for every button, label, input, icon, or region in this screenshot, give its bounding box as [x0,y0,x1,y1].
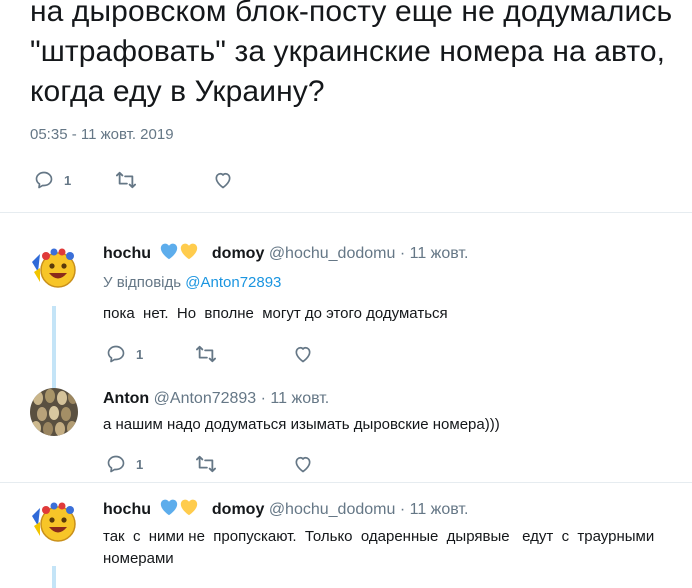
reply-icon [107,345,125,363]
smiley-avatar-icon [30,496,78,544]
reply-button[interactable]: 1 [34,170,71,190]
display-name-suffix[interactable]: domoy [212,501,264,518]
reply-to-handle[interactable]: @Anton72893 [185,274,281,291]
divider [0,212,692,213]
reply-header: hochu domoy @hochu_dodomu · 11 жовт. [103,498,468,521]
reply-count: 1 [136,346,144,362]
reply-header: hochu domoy @hochu_dodomu · 11 жовт. [103,242,468,265]
avatar[interactable] [30,388,78,436]
divider [0,482,692,483]
retweet-button[interactable] [115,170,137,190]
reply-text: пока нет. Но вполне могут до этого додум… [103,305,448,322]
display-name[interactable]: hochu [103,245,151,262]
display-name[interactable]: hochu [103,501,151,518]
reply-icon [107,455,125,473]
reply-time[interactable]: · 11 жовт. [400,245,469,262]
reply-text: так с ними не пропускают. Только одаренн… [103,528,663,567]
heart-icon [295,456,311,473]
reply-to-label: У відповідь [103,274,182,291]
blue-heart-icon [159,242,179,265]
retweet-icon [196,345,217,363]
reply-icon [35,171,53,189]
photo-avatar-icon [30,388,78,436]
reply-count: 1 [64,172,72,188]
blue-heart-icon [159,498,179,521]
reply-actions: 1 [106,344,313,364]
tweet-timestamp[interactable]: 05:35 - 11 жовт. 2019 [30,126,174,143]
retweet-icon [196,455,217,473]
heart-icon [215,172,231,189]
display-name[interactable]: Anton [103,390,149,407]
tweet-actions: 1 [34,170,233,190]
reply-button[interactable]: 1 [106,344,143,364]
display-name-suffix[interactable]: domoy [212,245,264,262]
handle[interactable]: @Anton72893 [154,390,257,407]
like-button[interactable] [213,170,233,190]
avatar[interactable] [30,496,78,544]
retweet-button[interactable] [195,344,217,364]
smiley-avatar-icon [30,242,78,290]
like-button[interactable] [293,344,313,364]
reply-count: 1 [136,456,144,472]
retweet-icon [116,171,137,189]
like-button[interactable] [293,454,313,474]
heart-icon [295,346,311,363]
reply-to: У відповідь @Anton72893 [103,274,281,291]
yellow-heart-icon [179,242,199,265]
reply-text: а нашим надо додуматься изымать дыровски… [103,416,500,433]
avatar[interactable] [30,242,78,290]
handle[interactable]: @hochu_dodomu [269,245,396,262]
tweet-text: на дыровском блок-посту еще не додумалис… [30,0,673,108]
retweet-button[interactable] [195,454,217,474]
reply-time[interactable]: · 11 жовт. [400,501,469,518]
yellow-heart-icon [179,498,199,521]
reply-header: Anton @Anton72893 · 11 жовт. [103,390,329,408]
thread-line [52,566,56,588]
reply-time[interactable]: · 11 жовт. [261,390,330,407]
handle[interactable]: @hochu_dodomu [269,501,396,518]
reply-actions: 1 [106,454,313,474]
reply-button[interactable]: 1 [106,454,143,474]
